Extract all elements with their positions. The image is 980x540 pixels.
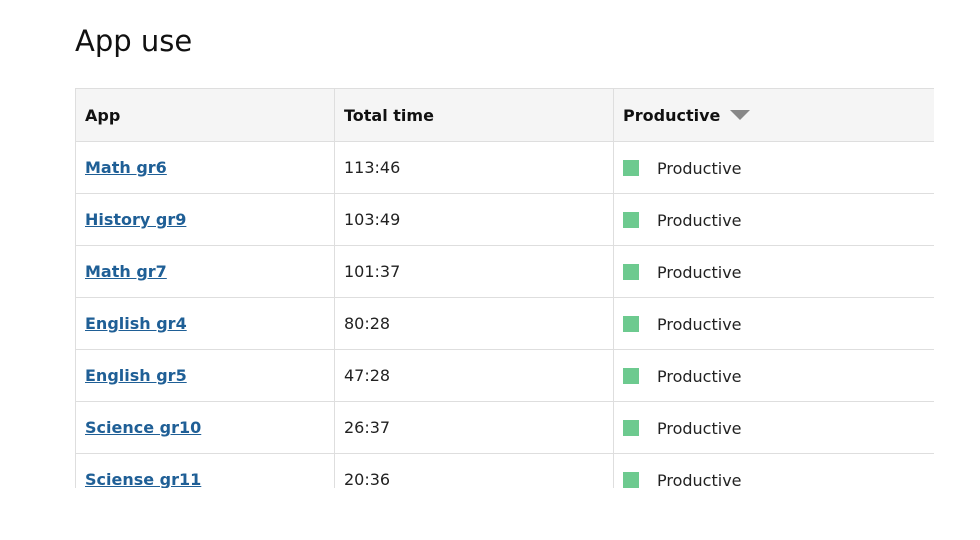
productive-status-label: Productive bbox=[657, 470, 742, 489]
app-cell: English gr4 bbox=[75, 297, 335, 350]
productive-cell: Productive bbox=[613, 141, 934, 194]
table-row: Science gr10 26:37 Productive bbox=[75, 401, 934, 454]
app-link[interactable]: Science gr10 bbox=[85, 418, 201, 437]
app-cell: Sciense gr11 bbox=[75, 453, 335, 488]
column-header-productive-label: Productive bbox=[623, 105, 721, 125]
table-row: English gr4 80:28 Productive bbox=[75, 297, 934, 350]
column-header-total-time: Total time bbox=[334, 88, 614, 142]
productive-cell: Productive bbox=[613, 297, 934, 350]
total-time-cell: 26:37 bbox=[334, 401, 614, 454]
total-time-cell: 20:36 bbox=[334, 453, 614, 488]
table-row: English gr5 47:28 Productive bbox=[75, 349, 934, 402]
table-row: Math gr7 101:37 Productive bbox=[75, 245, 934, 298]
app-cell: Math gr7 bbox=[75, 245, 335, 298]
productive-status-swatch bbox=[623, 160, 639, 176]
productive-status-swatch bbox=[623, 472, 639, 488]
productive-status-label: Productive bbox=[657, 262, 742, 282]
app-link[interactable]: English gr5 bbox=[85, 366, 187, 385]
total-time-cell: 101:37 bbox=[334, 245, 614, 298]
productive-status-label: Productive bbox=[657, 210, 742, 230]
productive-cell: Productive bbox=[613, 245, 934, 298]
productive-status-label: Productive bbox=[657, 418, 742, 438]
app-cell: English gr5 bbox=[75, 349, 335, 402]
productive-cell: Productive bbox=[613, 349, 934, 402]
total-time-cell: 80:28 bbox=[334, 297, 614, 350]
productive-status-swatch bbox=[623, 316, 639, 332]
productive-status-swatch bbox=[623, 368, 639, 384]
productive-status-label: Productive bbox=[657, 366, 742, 386]
app-link[interactable]: English gr4 bbox=[85, 314, 187, 333]
app-cell: Science gr10 bbox=[75, 401, 335, 454]
productive-cell: Productive bbox=[613, 453, 934, 489]
app-cell: Math gr6 bbox=[75, 141, 335, 194]
table-row: History gr9 103:49 Productive bbox=[75, 193, 934, 246]
app-link[interactable]: Math gr7 bbox=[85, 262, 167, 281]
column-header-total-time-label: Total time bbox=[344, 105, 434, 125]
app-use-table-viewport[interactable]: App Total time Productive Math gr6 113:46… bbox=[75, 88, 934, 488]
productive-status-label: Productive bbox=[657, 158, 742, 178]
total-time-cell: 103:49 bbox=[334, 193, 614, 246]
column-header-productive[interactable]: Productive bbox=[613, 88, 934, 142]
table-row: Math gr6 113:46 Productive bbox=[75, 141, 934, 194]
app-link[interactable]: History gr9 bbox=[85, 210, 186, 229]
page-title: App use bbox=[75, 24, 193, 58]
productive-status-swatch bbox=[623, 264, 639, 280]
caret-down-icon[interactable] bbox=[730, 110, 751, 120]
productive-status-swatch bbox=[623, 212, 639, 228]
productive-status-label: Productive bbox=[657, 314, 742, 334]
table-header-row: App Total time Productive bbox=[75, 88, 934, 142]
app-cell: History gr9 bbox=[75, 193, 335, 246]
table-body: Math gr6 113:46 Productive History gr9 103:4… bbox=[75, 141, 934, 489]
app-link[interactable]: Sciense gr11 bbox=[85, 470, 201, 488]
app-link[interactable]: Math gr6 bbox=[85, 158, 167, 177]
productive-cell: Productive bbox=[613, 193, 934, 246]
column-header-app-label: App bbox=[85, 105, 121, 125]
productive-status-swatch bbox=[623, 420, 639, 436]
total-time-cell: 113:46 bbox=[334, 141, 614, 194]
app-use-table: App Total time Productive Math gr6 113:46… bbox=[75, 88, 934, 488]
column-header-app: App bbox=[75, 88, 335, 142]
productive-sort-button[interactable]: Productive bbox=[623, 105, 751, 125]
productive-cell: Productive bbox=[613, 401, 934, 454]
table-row: Sciense gr11 20:36 Productive bbox=[75, 453, 934, 489]
total-time-cell: 47:28 bbox=[334, 349, 614, 402]
